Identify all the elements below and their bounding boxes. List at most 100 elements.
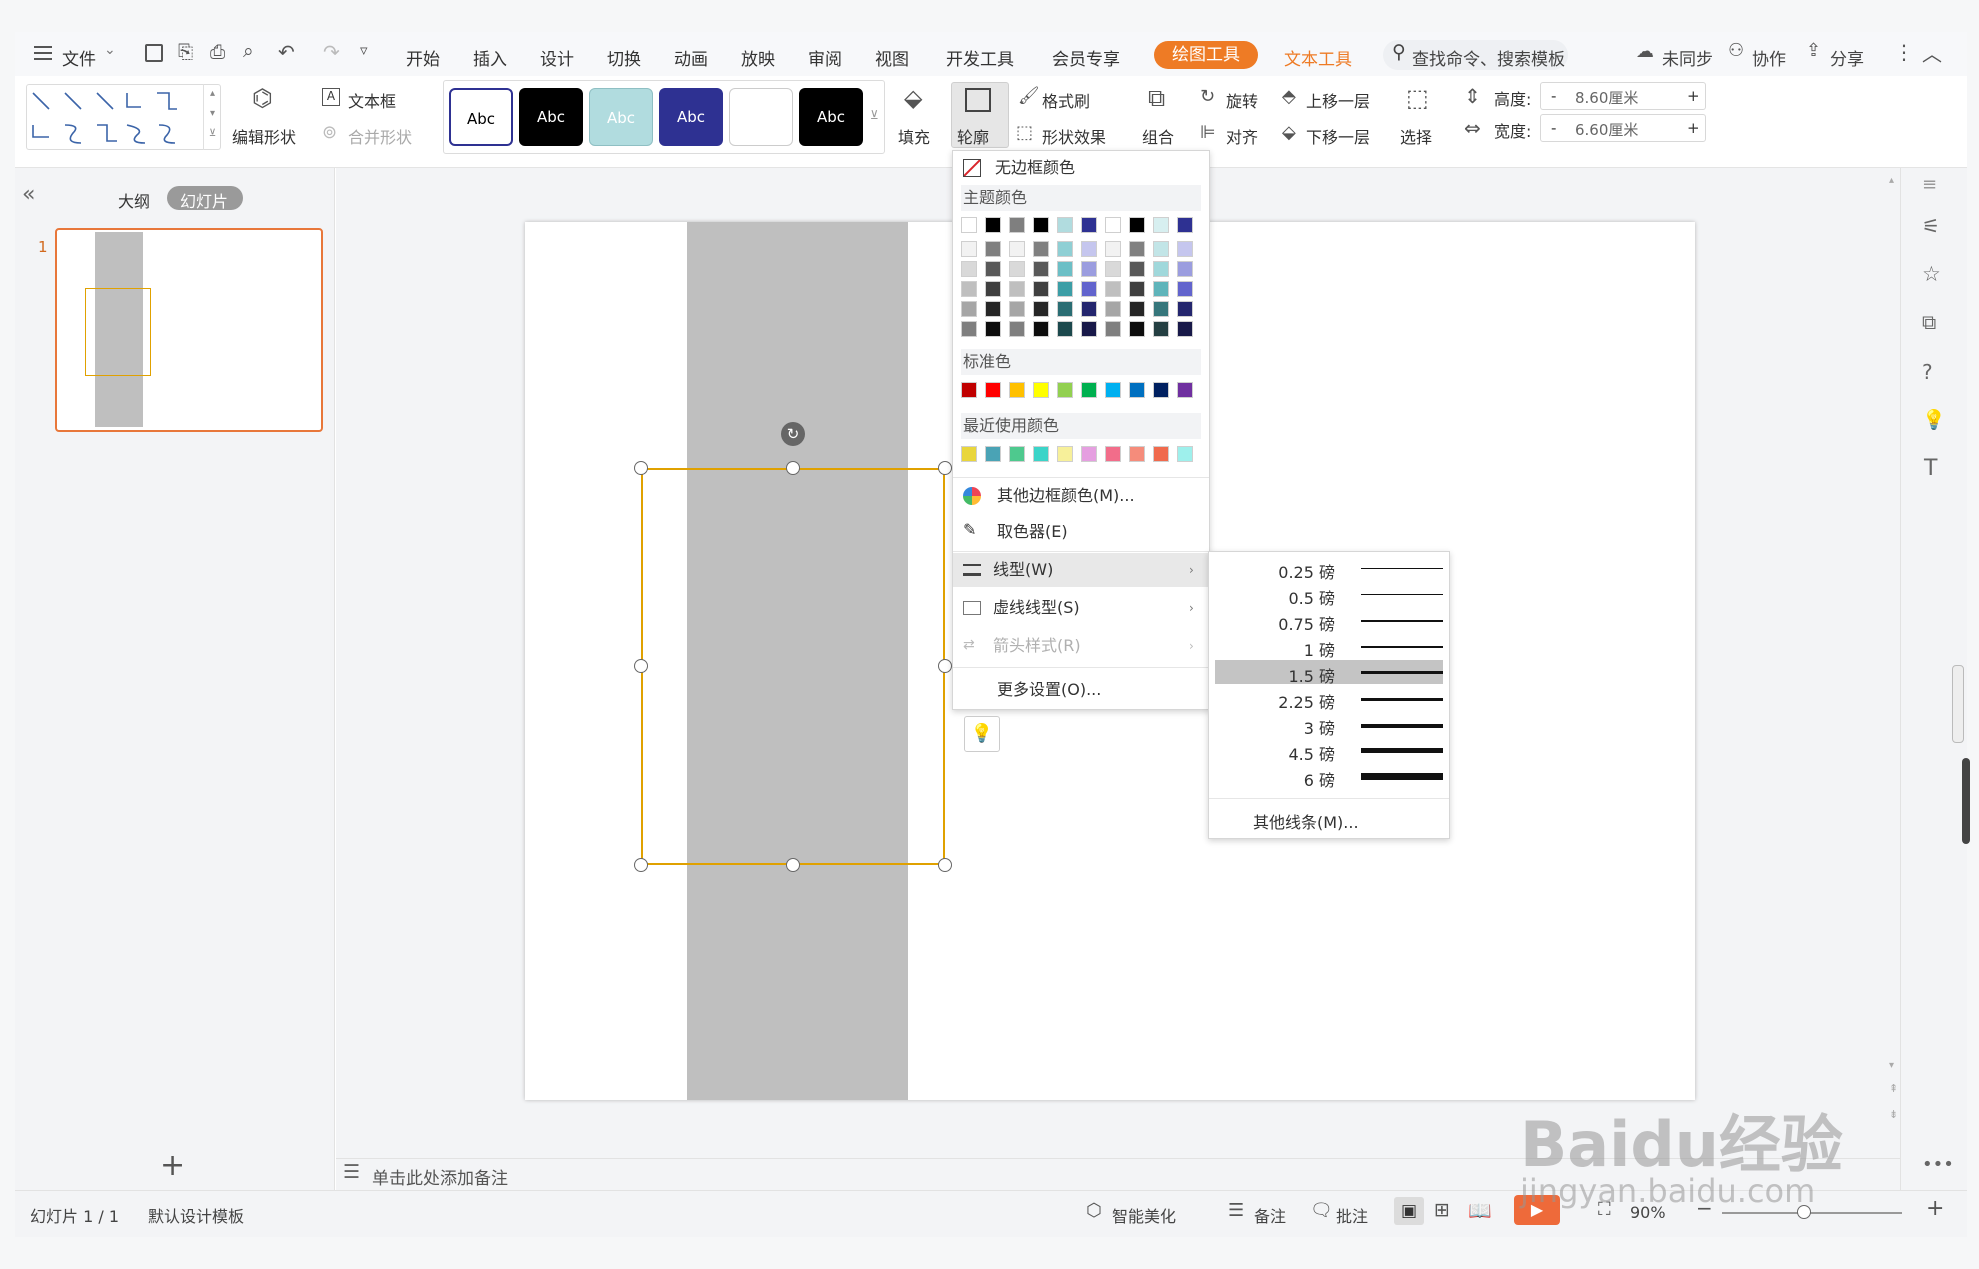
resize-handle-w[interactable] bbox=[634, 659, 648, 673]
theme-shade-swatch[interactable] bbox=[1081, 321, 1097, 337]
standard-color-swatch[interactable] bbox=[1129, 382, 1145, 398]
standard-color-swatch[interactable] bbox=[1177, 382, 1193, 398]
share-button[interactable]: 分享 bbox=[1830, 45, 1864, 70]
tab-view[interactable]: 视图 bbox=[875, 45, 909, 70]
theme-shade-swatch[interactable] bbox=[1129, 261, 1145, 277]
tab-insert[interactable]: 插入 bbox=[473, 45, 507, 70]
zoom-slider[interactable] bbox=[1722, 1212, 1902, 1214]
shape-style-4[interactable]: Abc bbox=[659, 88, 723, 146]
lightbulb-icon[interactable]: 💡 bbox=[1922, 408, 1946, 431]
theme-shade-swatch[interactable] bbox=[1033, 281, 1049, 297]
recent-color-swatch[interactable] bbox=[1105, 446, 1121, 462]
text-icon[interactable]: T bbox=[1924, 456, 1937, 481]
tab-home[interactable]: 开始 bbox=[406, 45, 440, 70]
tab-developer[interactable]: 开发工具 bbox=[946, 45, 1014, 70]
style-gallery-scroll[interactable]: ⊻ bbox=[870, 108, 879, 122]
rotate-handle-icon[interactable]: ↻ bbox=[781, 422, 805, 446]
export-icon[interactable]: ⎘ bbox=[178, 41, 193, 63]
theme-shade-swatch[interactable] bbox=[1129, 301, 1145, 317]
theme-color-swatch[interactable] bbox=[1057, 217, 1073, 233]
theme-shade-swatch[interactable] bbox=[1009, 261, 1025, 277]
tab-slideshow[interactable]: 放映 bbox=[741, 45, 775, 70]
recent-color-row[interactable] bbox=[961, 446, 1201, 468]
theme-shade-swatch[interactable] bbox=[1033, 241, 1049, 257]
theme-shade-swatch[interactable] bbox=[1177, 261, 1193, 277]
theme-shade-swatch[interactable] bbox=[1177, 301, 1193, 317]
width-value[interactable]: 6.60厘米 bbox=[1575, 119, 1638, 140]
theme-color-swatch[interactable] bbox=[1129, 217, 1145, 233]
theme-color-swatch[interactable] bbox=[1009, 217, 1025, 233]
line-weight-0.25[interactable]: 0.25 磅 bbox=[1215, 556, 1443, 582]
shape-gallery[interactable] bbox=[26, 84, 221, 150]
resize-handle-ne[interactable] bbox=[938, 461, 952, 475]
format-painter-button[interactable]: 格式刷 bbox=[1042, 88, 1090, 112]
theme-shade-swatch[interactable] bbox=[1009, 301, 1025, 317]
theme-shade-swatch[interactable] bbox=[961, 261, 977, 277]
tab-design[interactable]: 设计 bbox=[540, 45, 574, 70]
standard-color-swatch[interactable] bbox=[1009, 382, 1025, 398]
adjust-icon[interactable]: ⚟ bbox=[1922, 214, 1940, 238]
theme-color-swatch[interactable] bbox=[1153, 217, 1169, 233]
textbox-button[interactable]: 文本框 bbox=[348, 88, 396, 112]
standard-color-swatch[interactable] bbox=[1033, 382, 1049, 398]
side-menu-icon[interactable]: ≡ bbox=[1922, 174, 1937, 195]
shapes-panel-icon[interactable]: ⧉ bbox=[1922, 310, 1936, 334]
theme-shade-swatch[interactable] bbox=[1009, 241, 1025, 257]
tab-review[interactable]: 审阅 bbox=[808, 45, 842, 70]
theme-shade-swatch[interactable] bbox=[1105, 241, 1121, 257]
shape-effect-button[interactable]: 形状效果 bbox=[1042, 124, 1106, 148]
align-button[interactable]: 对齐 bbox=[1226, 124, 1258, 148]
theme-shade-swatch[interactable] bbox=[985, 241, 1001, 257]
notes-toggle[interactable]: 备注 bbox=[1254, 1203, 1286, 1227]
theme-shade-swatch[interactable] bbox=[985, 281, 1001, 297]
standard-color-swatch[interactable] bbox=[961, 382, 977, 398]
theme-shade-swatch[interactable] bbox=[1153, 281, 1169, 297]
more-icon[interactable]: ⋮ bbox=[1894, 40, 1914, 64]
theme-shade-swatch[interactable] bbox=[1177, 321, 1193, 337]
theme-shade-swatch[interactable] bbox=[1105, 301, 1121, 317]
tab-animation[interactable]: 动画 bbox=[674, 45, 708, 70]
outline-button[interactable]: 轮廓 bbox=[957, 124, 989, 148]
select-button[interactable]: 选择 bbox=[1400, 124, 1432, 148]
theme-shade-swatch[interactable] bbox=[1057, 321, 1073, 337]
theme-shade-swatch[interactable] bbox=[1057, 241, 1073, 257]
next-page-icon[interactable]: ⇟ bbox=[1889, 1108, 1898, 1121]
bring-forward-button[interactable]: 上移一层 bbox=[1306, 88, 1370, 112]
edit-shape-button[interactable]: 编辑形状 bbox=[232, 124, 296, 148]
theme-shade-swatch[interactable] bbox=[1129, 281, 1145, 297]
theme-color-swatch[interactable] bbox=[985, 217, 1001, 233]
merge-shape-button[interactable]: 合并形状 bbox=[348, 124, 412, 148]
theme-shade-swatch[interactable] bbox=[1177, 241, 1193, 257]
theme-shade-swatch[interactable] bbox=[1057, 261, 1073, 277]
recent-color-swatch[interactable] bbox=[961, 446, 977, 462]
line-weight-4.5[interactable]: 4.5 磅 bbox=[1215, 738, 1443, 764]
theme-shade-swatch[interactable] bbox=[1153, 301, 1169, 317]
recent-color-swatch[interactable] bbox=[1057, 446, 1073, 462]
theme-shade-swatch[interactable] bbox=[985, 301, 1001, 317]
side-slider-1[interactable] bbox=[1952, 665, 1964, 743]
file-menu[interactable]: 文件 bbox=[62, 45, 96, 70]
print-preview-icon[interactable]: ⌕ bbox=[243, 40, 254, 62]
theme-shade-swatch[interactable] bbox=[1153, 321, 1169, 337]
theme-shade-swatch[interactable] bbox=[985, 261, 1001, 277]
scroll-down-icon[interactable]: ▾ bbox=[1889, 1060, 1894, 1071]
normal-view-icon[interactable]: ▣ bbox=[1394, 1197, 1424, 1225]
theme-shade-swatch[interactable] bbox=[1105, 281, 1121, 297]
theme-shade-swatch[interactable] bbox=[1105, 261, 1121, 277]
tab-drawing-tools[interactable]: 绘图工具 bbox=[1154, 41, 1258, 69]
theme-shade-swatch[interactable] bbox=[1129, 241, 1145, 257]
theme-shade-swatch[interactable] bbox=[1081, 241, 1097, 257]
help-icon[interactable]: ? bbox=[1922, 360, 1933, 384]
theme-shade-swatch[interactable] bbox=[961, 321, 977, 337]
shape-style-3[interactable]: Abc bbox=[589, 88, 653, 146]
theme-shade-swatch[interactable] bbox=[1153, 241, 1169, 257]
theme-shade-swatch[interactable] bbox=[1009, 321, 1025, 337]
zoom-in-icon[interactable]: + bbox=[1926, 1196, 1944, 1221]
standard-color-swatch[interactable] bbox=[1153, 382, 1169, 398]
theme-color-swatch[interactable] bbox=[1081, 217, 1097, 233]
resize-handle-sw[interactable] bbox=[634, 858, 648, 872]
theme-color-swatch[interactable] bbox=[961, 217, 977, 233]
scroll-up-icon[interactable]: ▴ bbox=[1889, 175, 1894, 186]
theme-shade-swatch[interactable] bbox=[1153, 261, 1169, 277]
theme-shade-swatch[interactable] bbox=[961, 241, 977, 257]
